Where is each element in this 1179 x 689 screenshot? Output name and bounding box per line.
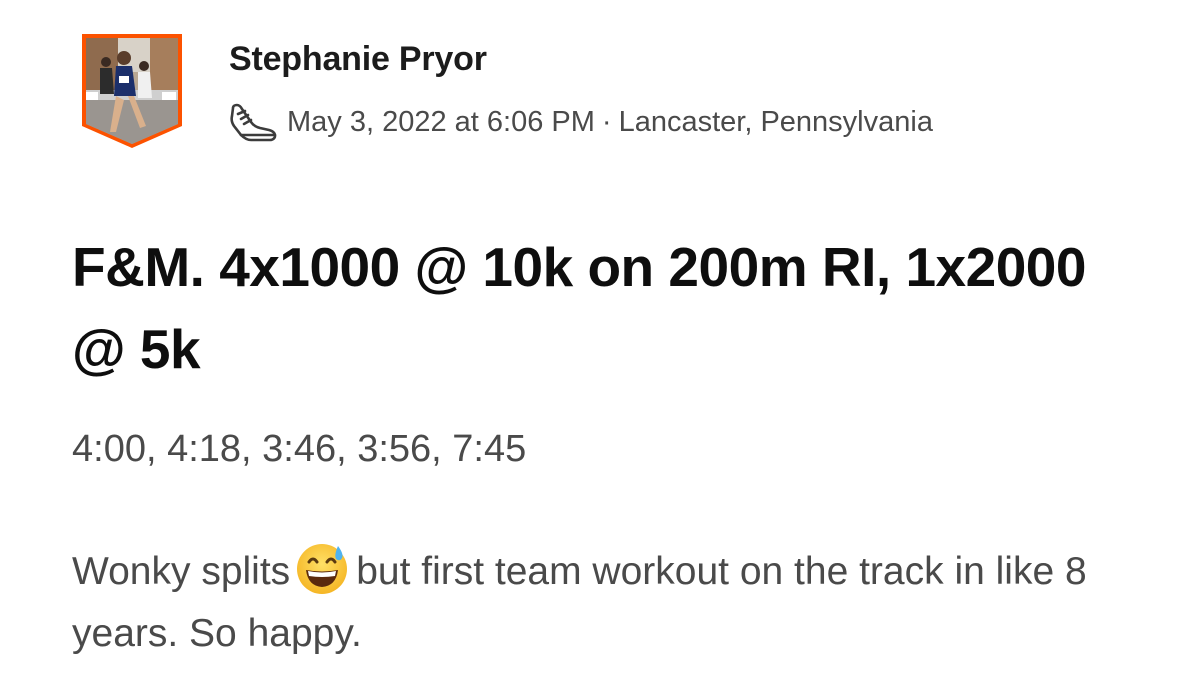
activity-description: Wonky splits but first team workout on t…: [72, 540, 1142, 665]
athlete-name-link[interactable]: Stephanie Pryor: [229, 40, 487, 79]
runner-photo-avatar: [82, 34, 182, 148]
grinning-face-with-sweat-icon: [294, 540, 350, 596]
running-shoe-icon: [229, 102, 277, 142]
athlete-avatar[interactable]: [78, 32, 186, 150]
meta-separator: ·: [601, 105, 612, 138]
activity-date-time: May 3, 2022 at 6:06 PM: [287, 105, 595, 138]
activity-location: Lancaster, Pennsylvania: [618, 105, 933, 138]
description-text-start: Wonky splits: [72, 550, 291, 593]
activity-title[interactable]: F&M. 4x1000 @ 10k on 200m RI, 1x2000 @ 5…: [72, 226, 1132, 390]
activity-meta: May 3, 2022 at 6:06 PM · Lancaster, Penn…: [229, 100, 933, 144]
activity-splits: 4:00, 4:18, 3:46, 3:56, 7:45: [72, 428, 527, 470]
